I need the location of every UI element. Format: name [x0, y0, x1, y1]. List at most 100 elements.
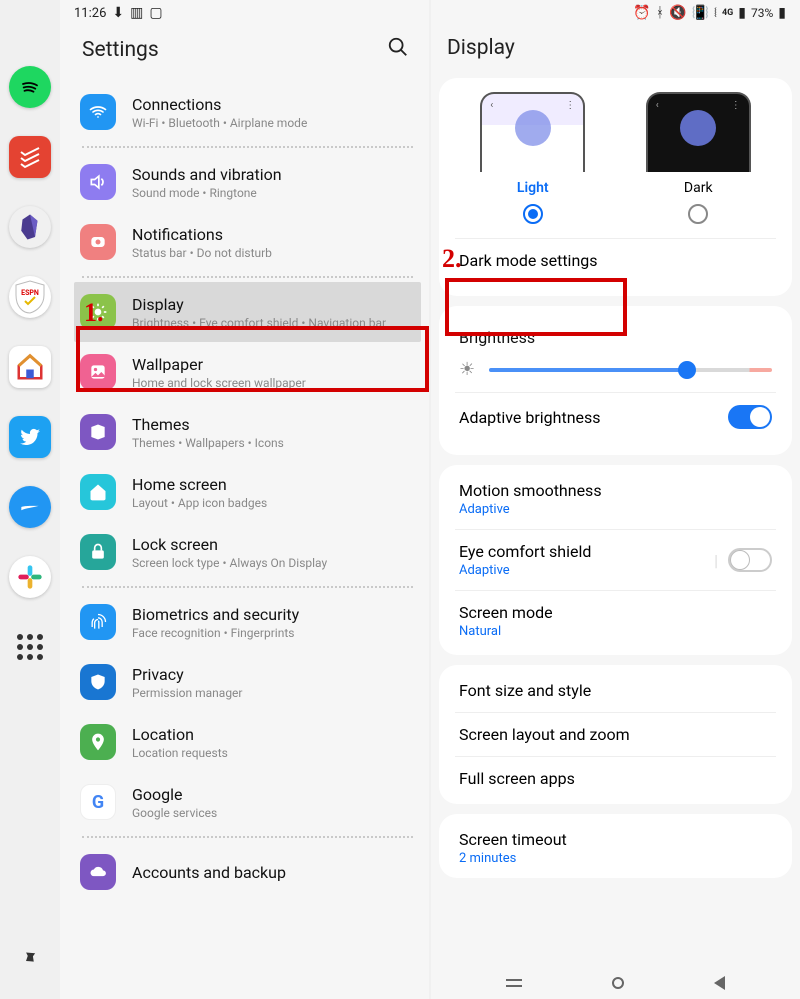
screen-layout-row[interactable]: Screen layout and zoom	[455, 712, 776, 756]
settings-panel: 11:26 ⬇ ▥ ▢ Settings Connections Wi-Fi •…	[60, 0, 429, 999]
bell-icon	[80, 224, 116, 260]
brightness-slider[interactable]	[489, 368, 772, 372]
nav-back[interactable]	[714, 976, 725, 990]
taskbar-app-home[interactable]	[9, 346, 51, 388]
brightness-title: Brightness	[455, 320, 776, 351]
more-card: Font size and style Screen layout and zo…	[439, 665, 792, 804]
status-bar: 11:26 ⬇ ▥ ▢	[60, 0, 429, 26]
image-icon	[80, 354, 116, 390]
theme-option-light[interactable]: ‹⋮ Light	[455, 92, 611, 224]
setting-lockscreen[interactable]: Lock screen Screen lock type • Always On…	[74, 522, 421, 582]
bluetooth-icon: ᚼ	[656, 5, 664, 21]
wifi-icon: ⧙	[714, 5, 717, 21]
setting-subtitle: Home and lock screen wallpaper	[132, 376, 306, 390]
eye-comfort-toggle[interactable]	[728, 548, 772, 572]
theme-option-dark[interactable]: ‹⋮ Dark	[621, 92, 777, 224]
taskbar-app-slack[interactable]	[9, 556, 51, 598]
setting-subtitle: Themes • Wallpapers • Icons	[132, 436, 284, 450]
home-icon	[80, 474, 116, 510]
display-panel: ⏰ ᚼ 🔇 📳 ⧙ 4G ▮ 73% ▮ Display ‹⋮	[431, 0, 800, 999]
setting-wallpaper[interactable]: Wallpaper Home and lock screen wallpaper	[74, 342, 421, 402]
taskbar-app-espn[interactable]: ESPN	[9, 276, 51, 318]
cast-icon: ▥	[130, 5, 143, 21]
radio-light[interactable]	[523, 204, 543, 224]
taskbar-app-obsidian[interactable]	[9, 206, 51, 248]
battery-text: 73%	[751, 6, 773, 20]
setting-subtitle: Screen lock type • Always On Display	[132, 556, 327, 570]
status-bar-right: ⏰ ᚼ 🔇 📳 ⧙ 4G ▮ 73% ▮	[431, 0, 800, 26]
screen-timeout-row[interactable]: Screen timeout 2 minutes	[455, 818, 776, 878]
row-label: Screen layout and zoom	[459, 725, 630, 744]
brightness-slider-row[interactable]: ☀	[455, 351, 776, 392]
taskbar-app-generic-r[interactable]	[9, 486, 51, 528]
shield-icon	[80, 664, 116, 700]
font-size-row[interactable]: Font size and style	[455, 669, 776, 712]
setting-subtitle: Sound mode • Ringtone	[132, 186, 282, 200]
signal-icon: ▮	[738, 5, 746, 21]
twitter-icon	[18, 425, 42, 449]
letter-r-icon	[17, 494, 43, 520]
wifi-icon	[80, 94, 116, 130]
dark-preview: ‹⋮	[646, 92, 751, 172]
taskbar-pin[interactable]	[0, 930, 59, 989]
row-sub: 2 minutes	[459, 851, 567, 866]
setting-title: Location	[132, 725, 228, 744]
screen-mode-row[interactable]: Screen mode Natural	[455, 590, 776, 651]
setting-sounds[interactable]: Sounds and vibration Sound mode • Ringto…	[74, 152, 421, 212]
setting-title: Google	[132, 785, 217, 804]
display-settings-card: Motion smoothness Adaptive Eye comfort s…	[439, 465, 792, 655]
brightness-card: Brightness ☀ Adaptive brightness	[439, 306, 792, 455]
settings-list[interactable]: Connections Wi-Fi • Bluetooth • Airplane…	[60, 82, 429, 999]
setting-title: Privacy	[132, 665, 243, 684]
eye-comfort-row[interactable]: Eye comfort shield Adaptive |	[455, 529, 776, 590]
setting-accounts[interactable]: Accounts and backup	[74, 842, 421, 902]
fingerprint-icon	[80, 604, 116, 640]
setting-location[interactable]: Location Location requests	[74, 712, 421, 772]
taskbar-app-twitter[interactable]	[9, 416, 51, 458]
divider	[82, 586, 413, 588]
setting-themes[interactable]: Themes Themes • Wallpapers • Icons	[74, 402, 421, 462]
setting-title: Home screen	[132, 475, 267, 494]
display-scroll[interactable]: ‹⋮ Light ‹⋮ Dark	[431, 78, 800, 999]
taskbar-app-spotify[interactable]	[9, 66, 51, 108]
nav-recents[interactable]	[506, 979, 522, 987]
setting-title: Wallpaper	[132, 355, 306, 374]
adaptive-brightness-toggle[interactable]	[728, 405, 772, 429]
nav-home[interactable]	[612, 977, 624, 989]
divider	[82, 836, 413, 838]
edge-taskbar: ESPN	[0, 0, 60, 999]
setting-privacy[interactable]: Privacy Permission manager	[74, 652, 421, 712]
row-sub: Adaptive	[459, 502, 602, 517]
setting-google[interactable]: G Google Google services	[74, 772, 421, 832]
search-button[interactable]	[387, 36, 409, 64]
taskbar-all-apps[interactable]	[17, 634, 43, 660]
adaptive-brightness-row[interactable]: Adaptive brightness	[455, 392, 776, 441]
fullscreen-apps-row[interactable]: Full screen apps	[455, 756, 776, 800]
radio-dark[interactable]	[688, 204, 708, 224]
setting-title: Themes	[132, 415, 284, 434]
palette-icon	[80, 414, 116, 450]
setting-subtitle: Google services	[132, 806, 217, 820]
setting-subtitle: Layout • App icon badges	[132, 496, 267, 510]
setting-display[interactable]: Display Brightness • Eye comfort shield …	[74, 282, 421, 342]
setting-connections[interactable]: Connections Wi-Fi • Bluetooth • Airplane…	[74, 82, 421, 142]
setting-title: Display	[132, 295, 386, 314]
setting-notifications[interactable]: Notifications Status bar • Do not distur…	[74, 212, 421, 272]
setting-biometrics[interactable]: Biometrics and security Face recognition…	[74, 592, 421, 652]
setting-subtitle: Location requests	[132, 746, 228, 760]
lock-icon	[80, 534, 116, 570]
setting-subtitle: Wi-Fi • Bluetooth • Airplane mode	[132, 116, 307, 130]
mute-icon: 🔇	[669, 5, 686, 21]
pin-icon	[80, 724, 116, 760]
row-sub: Adaptive	[459, 563, 591, 578]
display-header: Display	[431, 26, 800, 78]
dark-mode-settings-row[interactable]: Dark mode settings	[455, 238, 776, 282]
setting-title: Notifications	[132, 225, 272, 244]
setting-homescreen[interactable]: Home screen Layout • App icon badges	[74, 462, 421, 522]
volume-icon	[80, 164, 116, 200]
theme-card: ‹⋮ Light ‹⋮ Dark	[439, 78, 792, 296]
taskbar-app-todoist[interactable]	[9, 136, 51, 178]
setting-subtitle: Status bar • Do not disturb	[132, 246, 272, 260]
motion-smoothness-row[interactable]: Motion smoothness Adaptive	[455, 469, 776, 529]
setting-subtitle: Permission manager	[132, 686, 243, 700]
